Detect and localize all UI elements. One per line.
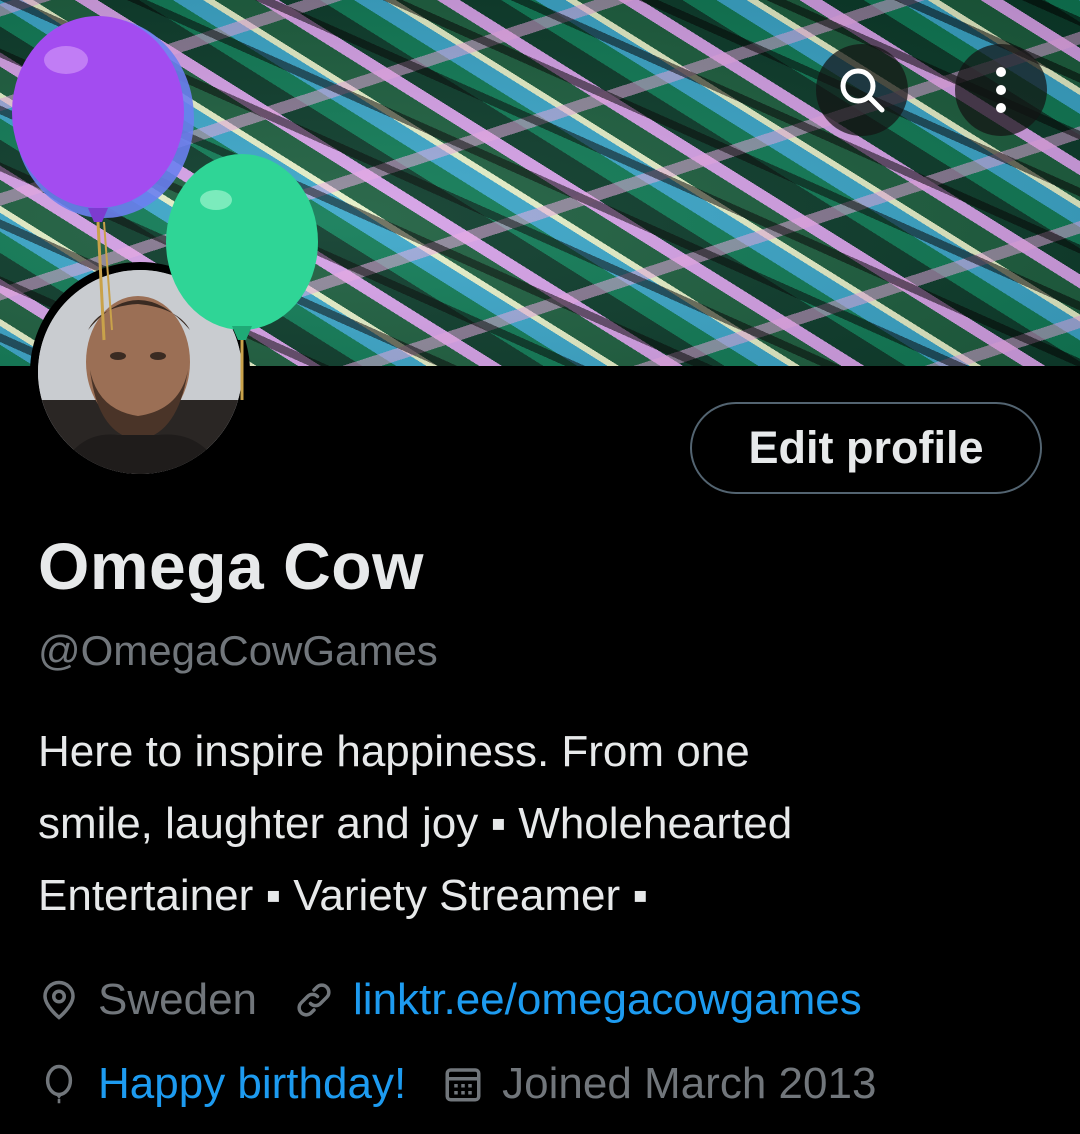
avatar-photo <box>38 270 242 474</box>
location-text: Sweden <box>98 975 258 1024</box>
search-icon <box>840 68 885 113</box>
balloon-icon <box>45 1064 73 1104</box>
website-item[interactable]: linktr.ee/omegacowgames <box>293 975 862 1025</box>
bio-line: smile, laughter and joy ▪ Wholehearted <box>38 799 793 848</box>
location-item: Sweden <box>38 975 257 1025</box>
profile-bio: Here to inspire happiness. From one smil… <box>38 716 1048 932</box>
birthday-item[interactable]: Happy birthday! <box>38 1059 406 1109</box>
search-button[interactable] <box>816 44 908 136</box>
profile-avatar[interactable] <box>30 262 250 482</box>
avatar-portrait-image <box>38 270 242 474</box>
bio-line: Entertainer ▪ Variety Streamer ▪ <box>38 871 648 920</box>
bio-line: Here to inspire happiness. From one <box>38 727 750 776</box>
birthday-link[interactable]: Happy birthday! <box>98 1059 406 1109</box>
joined-date: Joined March 2013 <box>502 1059 877 1108</box>
display-name: Omega Cow <box>38 529 424 603</box>
more-options-button[interactable] <box>955 44 1047 136</box>
user-handle: @OmegaCowGames <box>38 627 438 674</box>
joined-item: Joined March 2013 <box>442 1059 876 1109</box>
website-link[interactable]: linktr.ee/omegacowgames <box>353 975 862 1025</box>
profile-meta-row-2: Happy birthday! Joined March 2013 <box>38 1056 876 1112</box>
calendar-icon <box>445 1068 481 1102</box>
profile-meta-row: Sweden linktr.ee/omegacowgames <box>38 972 862 1028</box>
edit-profile-button[interactable]: Edit profile <box>690 402 1042 494</box>
location-pin-icon <box>43 980 75 1020</box>
more-vertical-icon <box>996 67 1006 113</box>
link-icon <box>297 983 331 1017</box>
